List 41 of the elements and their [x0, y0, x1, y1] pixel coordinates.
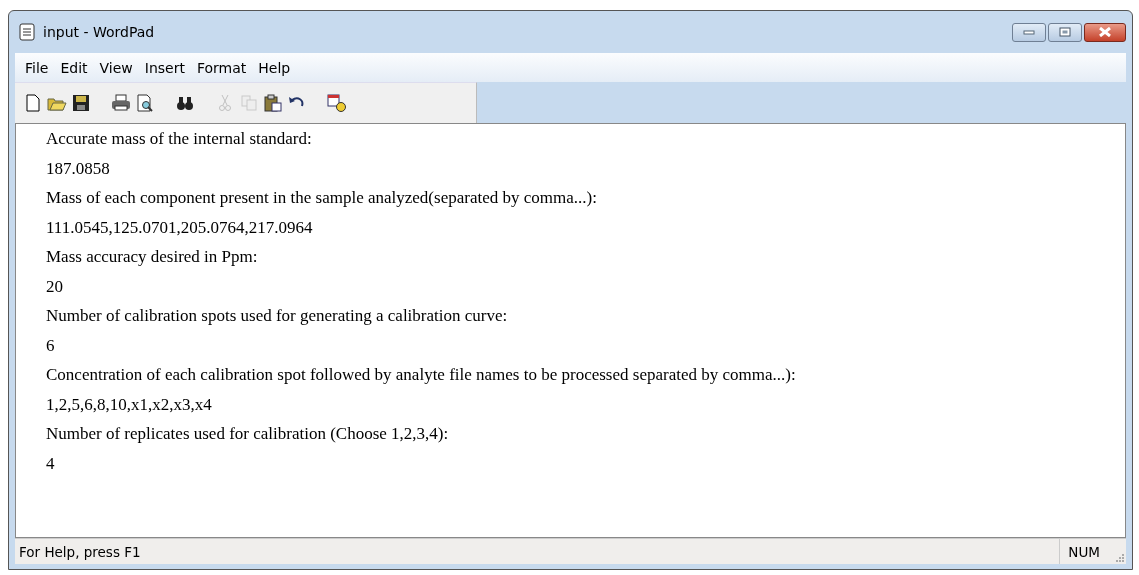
document-text-line: 6 — [46, 334, 56, 357]
menu-item[interactable]: Insert — [138, 59, 191, 76]
minimize-icon — [1023, 29, 1035, 35]
document-text-line: Mass of each component present in the sample analyzed(separated by comma...): — [46, 187, 598, 209]
paste-button[interactable] — [261, 94, 285, 112]
window-title: input - WordPad — [43, 24, 155, 40]
menu-item[interactable]: Help — [252, 59, 297, 76]
print-button[interactable] — [109, 94, 133, 112]
document-text-line: Number of calibration spots used for generating a calibration curve: — [46, 305, 509, 327]
menu-item[interactable]: Format — [190, 59, 253, 76]
save-icon — [71, 94, 91, 112]
document-area[interactable] — [15, 123, 1126, 538]
document-text-line: Mass accuracy desired in Ppm: — [46, 246, 259, 268]
find-icon — [175, 94, 195, 112]
document-text-line: 1,2,5,6,8,10,x1,x2,x3,x4 — [46, 393, 213, 416]
document-text-line: Accurate mass of the internal standard: — [46, 128, 313, 150]
close-button[interactable] — [1084, 22, 1126, 42]
menu-item[interactable]: View — [93, 59, 139, 76]
document-text-line: 187.0858 — [46, 157, 111, 180]
document-text-line: 4 — [46, 452, 56, 475]
datetime-button[interactable] — [325, 94, 349, 112]
maximize-icon — [1059, 27, 1071, 37]
maximize-button[interactable] — [1048, 22, 1082, 42]
document-text-line: Concentration of each calibration spot followed by analyte file names to be processed separated by comma...): — [46, 364, 797, 386]
print-icon — [111, 94, 131, 112]
paste-icon — [263, 94, 283, 112]
document-text-line: 111.0545,125.0701,205.0764,217.0964 — [46, 216, 314, 239]
document-text-line: Number of replicates used for calibration (Choose 1,2,3,4): — [46, 423, 450, 445]
document-icon — [19, 23, 35, 41]
new-icon — [23, 94, 43, 112]
menu-item[interactable]: File — [19, 59, 55, 76]
menu-item[interactable]: Edit — [54, 59, 94, 76]
copy-icon — [239, 94, 259, 112]
preview-icon — [135, 94, 155, 112]
close-icon — [1098, 27, 1112, 37]
datetime-icon — [327, 94, 347, 112]
status-help-text: For Help, press F1 — [18, 543, 141, 560]
document-text-line: 20 — [46, 275, 64, 298]
num-lock-indicator: NUM — [1059, 539, 1114, 564]
minimize-button[interactable] — [1012, 22, 1046, 42]
resize-grip-icon — [1114, 552, 1124, 562]
